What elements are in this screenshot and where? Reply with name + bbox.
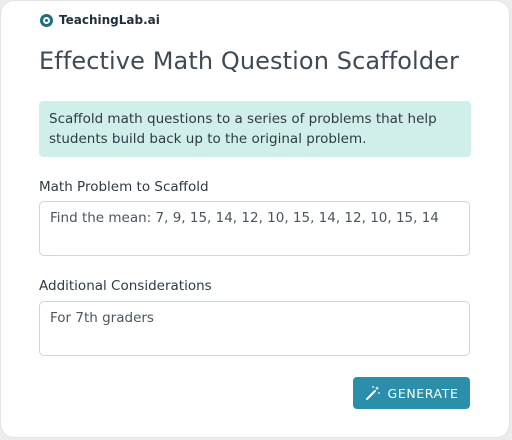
generate-button[interactable]: GENERATE [353, 377, 470, 409]
generate-button-label: GENERATE [387, 385, 459, 401]
teachinglab-logo-icon [40, 13, 53, 27]
additional-considerations-label: Additional Considerations [39, 278, 212, 294]
page-title: Effective Math Question Scaffolder [39, 47, 459, 75]
additional-considerations-field[interactable]: For 7th graders [39, 301, 470, 356]
magic-wand-icon [365, 385, 381, 401]
math-problem-field[interactable]: Find the mean: 7, 9, 15, 14, 12, 10, 15,… [39, 201, 470, 256]
scaffolder-card: TeachingLab.ai Effective Math Question S… [0, 0, 510, 438]
info-banner: Scaffold math questions to a series of p… [39, 101, 471, 157]
math-problem-label: Math Problem to Scaffold [39, 179, 209, 195]
brand-name: TeachingLab.ai [59, 13, 160, 27]
brand-logo: TeachingLab.ai [40, 13, 160, 27]
